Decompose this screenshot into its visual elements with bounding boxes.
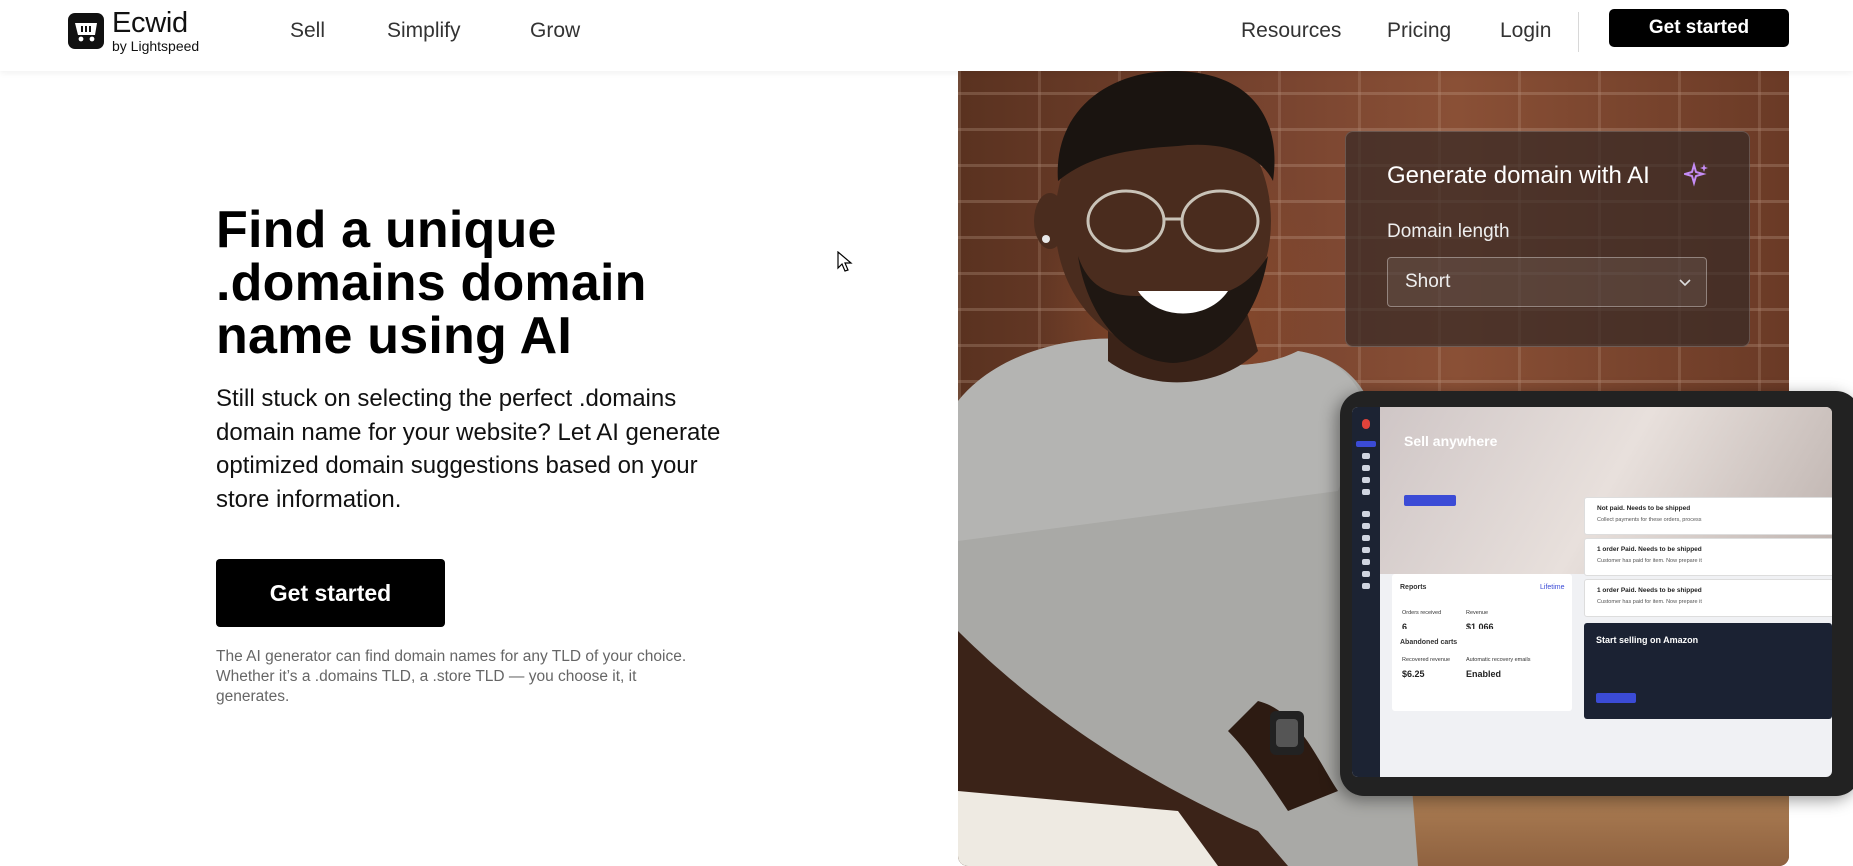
instagram-icon <box>1362 559 1370 565</box>
app-logo-icon <box>1362 419 1370 429</box>
nav-resources[interactable]: Resources <box>1241 19 1341 43</box>
amazon-title: Start selling on Amazon <box>1596 635 1699 645</box>
cart-logo-icon <box>68 13 104 49</box>
notification-title: 1 order Paid. Needs to be shipped <box>1597 546 1702 553</box>
logo-name: Ecwid <box>112 7 188 39</box>
nav-login[interactable]: Login <box>1500 19 1551 43</box>
tools-icon <box>1362 583 1370 589</box>
chat-icon <box>1362 571 1370 577</box>
nav-simplify[interactable]: Simplify <box>387 19 461 43</box>
hero-title: Find a unique .domains domain name using… <box>216 201 647 365</box>
nav-pricing[interactable]: Pricing <box>1387 19 1451 43</box>
mouse-cursor-icon <box>837 250 853 278</box>
generate-domain-card: Generate domain with AI Domain length Sh… <box>1345 131 1750 347</box>
domain-length-select[interactable]: Short <box>1387 257 1707 307</box>
amazon-card: Start selling on Amazon <box>1584 623 1832 719</box>
chart-icon <box>1362 489 1370 495</box>
notification-title: 1 order Paid. Needs to be shipped <box>1597 587 1702 594</box>
notification-card[interactable]: Not paid. Needs to be shipped Collect pa… <box>1584 497 1832 535</box>
reports-lifetime-link[interactable]: Lifetime <box>1540 584 1565 591</box>
carts-title: Abandoned carts <box>1400 639 1458 646</box>
tablet-screen: Sell anywhere Reports Lifetime Orders re… <box>1352 407 1832 777</box>
notification-card[interactable]: 1 order Paid. Needs to be shipped Custom… <box>1584 538 1832 576</box>
site-header: Ecwid by Lightspeed Sell Simplify Grow R… <box>0 0 1853 71</box>
notification-card[interactable]: 1 order Paid. Needs to be shipped Custom… <box>1584 579 1832 617</box>
mobile-icon <box>1362 535 1370 541</box>
globe-icon <box>1362 523 1370 529</box>
facebook-icon <box>1362 547 1370 553</box>
hero-get-started-button[interactable]: Get started <box>216 559 445 627</box>
nav-grow[interactable]: Grow <box>530 19 580 43</box>
nav-sell[interactable]: Sell <box>290 19 325 43</box>
store-icon <box>1362 511 1370 517</box>
banner-title: Sell anywhere <box>1404 433 1498 449</box>
notification-title: Not paid. Needs to be shipped <box>1597 505 1691 512</box>
sparkle-icon <box>1681 161 1710 193</box>
recovered-value: $6.25 <box>1402 669 1425 679</box>
hero-note: The AI generator can find domain names f… <box>216 648 687 705</box>
abandoned-carts-panel: Abandoned carts Recovered revenue $6.25 … <box>1392 629 1572 711</box>
notification-sub: Collect payments for these orders, proce… <box>1597 517 1702 523</box>
megaphone-icon <box>1362 477 1370 483</box>
home-icon <box>1356 441 1376 447</box>
tag-icon <box>1362 465 1370 471</box>
ecwid-logo[interactable]: Ecwid by Lightspeed <box>68 9 199 53</box>
recovered-label: Recovered revenue <box>1402 657 1451 663</box>
tablet-mockup: Sell anywhere Reports Lifetime Orders re… <box>1340 391 1853 796</box>
orders-icon <box>1362 453 1370 459</box>
chevron-down-icon <box>1678 275 1692 294</box>
emails-label: Automatic recovery emails <box>1466 657 1531 663</box>
notification-sub: Customer has paid for item. Now prepare … <box>1597 599 1702 605</box>
nav-divider <box>1578 12 1579 52</box>
logo-sub: by Lightspeed <box>112 38 200 54</box>
reports-title: Reports <box>1400 584 1427 591</box>
orders-label: Orders received <box>1402 610 1442 616</box>
hero-subtitle: Still stuck on selecting the perfect .do… <box>216 385 721 513</box>
header-get-started-button[interactable]: Get started <box>1609 9 1789 47</box>
amazon-button[interactable] <box>1596 693 1636 703</box>
ai-card-title: Generate domain with AI <box>1387 162 1650 189</box>
notification-sub: Customer has paid for item. Now prepare … <box>1597 558 1702 564</box>
domain-length-value: Short <box>1405 271 1451 292</box>
revenue-label: Revenue <box>1466 610 1489 616</box>
emails-value: Enabled <box>1466 669 1502 679</box>
banner-button[interactable] <box>1404 495 1456 506</box>
domain-length-label: Domain length <box>1387 221 1510 242</box>
app-sidebar <box>1352 407 1380 777</box>
